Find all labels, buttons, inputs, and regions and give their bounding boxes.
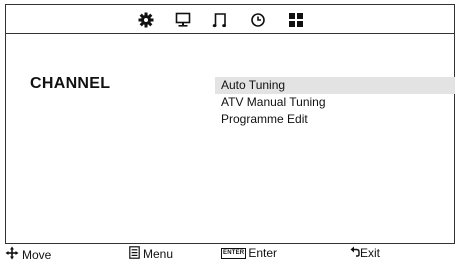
category-tab-bar <box>6 5 454 34</box>
page-title: CHANNEL <box>30 75 111 92</box>
enter-label: Enter <box>248 246 278 260</box>
menu-label: Menu <box>143 247 174 261</box>
menu-list: Auto Tuning ATV Manual Tuning Programme … <box>215 77 455 128</box>
menu-item-auto-tuning[interactable]: Auto Tuning <box>215 77 455 94</box>
grid-icon[interactable] <box>287 11 305 29</box>
clock-icon[interactable] <box>249 11 267 29</box>
exit-label: Exit <box>360 246 381 260</box>
menu-key-icon <box>129 246 140 262</box>
menu-hint: Menu <box>129 246 173 262</box>
monitor-icon[interactable] <box>174 11 192 29</box>
enter-key-icon: ENTER <box>221 247 247 259</box>
menu-item-programme-edit[interactable]: Programme Edit <box>215 111 455 128</box>
return-arrow-icon <box>350 246 360 260</box>
enter-hint: ENTER Enter <box>221 246 277 260</box>
menu-item-atv-manual-tuning[interactable]: ATV Manual Tuning <box>215 94 455 111</box>
key-hint-bar: Move Menu ENTER Enter Exit <box>5 244 455 262</box>
move-hint: Move <box>5 246 51 263</box>
menu-screen: CHANNEL Auto Tuning ATV Manual Tuning Pr… <box>5 4 455 244</box>
music-note-icon[interactable] <box>211 11 229 29</box>
exit-hint: Exit <box>350 246 380 260</box>
move-label: Move <box>22 247 52 262</box>
gear-icon[interactable] <box>137 11 155 29</box>
dpad-arrows-icon <box>5 246 19 263</box>
